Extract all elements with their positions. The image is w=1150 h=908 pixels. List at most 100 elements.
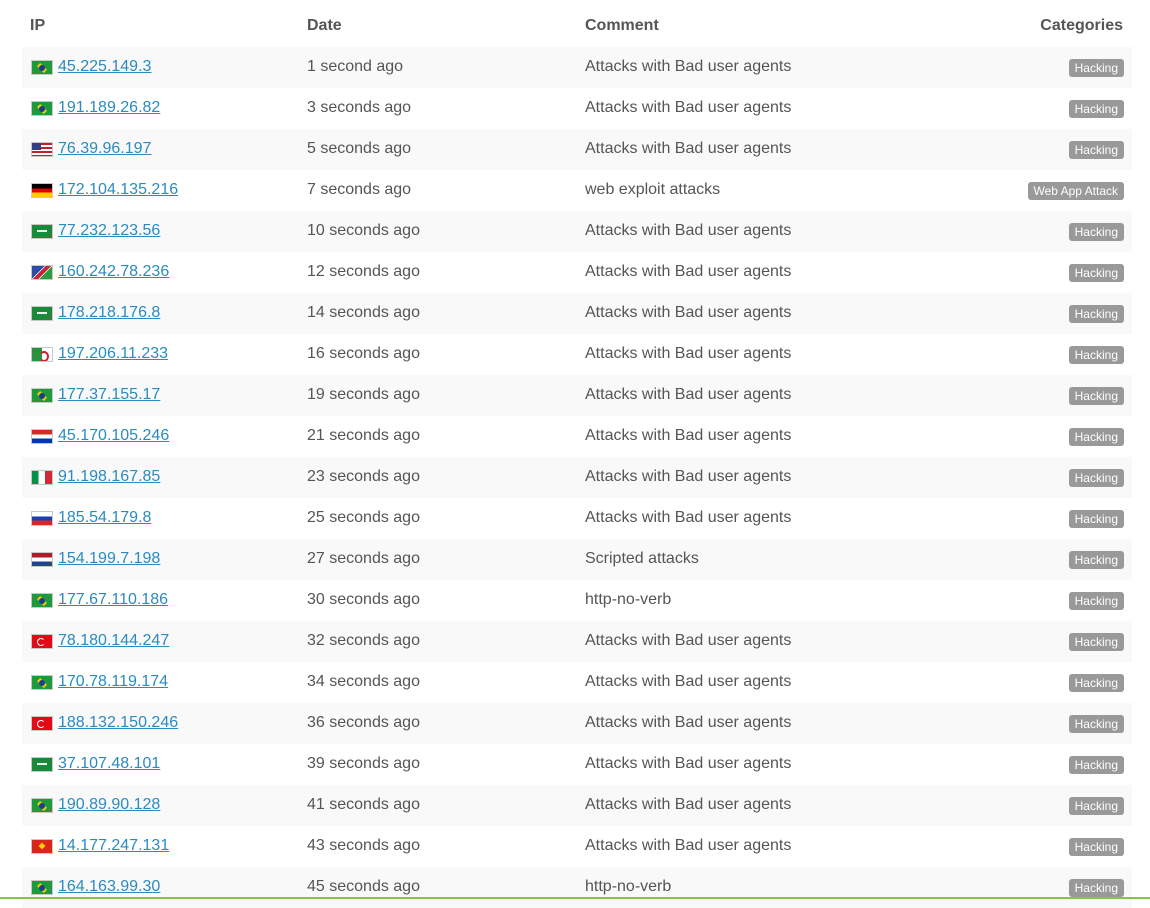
ip-link[interactable]: 37.107.48.101 bbox=[58, 755, 160, 773]
table-row: 91.198.167.85 23 seconds ago Attacks with … bbox=[22, 457, 1132, 498]
report-comment: http-no-verb bbox=[585, 878, 672, 895]
report-date: 5 seconds ago bbox=[307, 140, 412, 157]
germany-flag-icon bbox=[31, 183, 53, 198]
table-row: 14.177.247.131 43 seconds ago Attacks with… bbox=[22, 826, 1132, 867]
ip-link[interactable]: 188.132.150.246 bbox=[58, 714, 178, 732]
report-date: 25 seconds ago bbox=[307, 509, 420, 526]
turkey-flag-icon bbox=[31, 634, 53, 649]
category-badge[interactable]: Hacking bbox=[1068, 715, 1124, 733]
ip-link[interactable]: 78.180.144.247 bbox=[58, 632, 169, 650]
saudi-arabia-flag-icon bbox=[31, 757, 53, 772]
column-header-comment: Comment bbox=[585, 17, 659, 34]
paraguay-flag-icon bbox=[31, 429, 53, 444]
report-date: 21 seconds ago bbox=[307, 427, 420, 444]
category-badge[interactable]: Hacking bbox=[1068, 797, 1124, 815]
report-date: 30 seconds ago bbox=[307, 591, 420, 608]
category-badge[interactable]: Hacking bbox=[1068, 141, 1124, 159]
table-row: 77.232.123.56 10 seconds ago Attacks with … bbox=[22, 211, 1132, 252]
report-comment: Attacks with Bad user agents bbox=[585, 427, 792, 444]
category-badge[interactable]: Hacking bbox=[1068, 428, 1124, 446]
table-row: 191.189.26.82 3 seconds ago Attacks with B… bbox=[22, 88, 1132, 129]
table-row: 45.170.105.246 21 seconds ago Attacks with… bbox=[22, 416, 1132, 457]
ip-link[interactable]: 76.39.96.197 bbox=[58, 140, 151, 158]
brazil-flag-icon bbox=[31, 60, 53, 75]
ip-link[interactable]: 178.218.176.8 bbox=[58, 304, 160, 322]
report-date: 39 seconds ago bbox=[307, 755, 420, 772]
brazil-flag-icon bbox=[31, 880, 53, 895]
table-row: 78.180.144.247 32 seconds ago Attacks with… bbox=[22, 621, 1132, 662]
ip-link[interactable]: 197.206.11.233 bbox=[58, 345, 168, 363]
report-comment: Attacks with Bad user agents bbox=[585, 99, 792, 116]
report-date: 45 seconds ago bbox=[307, 878, 420, 895]
ip-link[interactable]: 91.198.167.85 bbox=[58, 468, 160, 486]
category-badge[interactable]: Hacking bbox=[1068, 879, 1124, 897]
ip-link[interactable]: 177.67.110.186 bbox=[58, 591, 168, 609]
ip-link[interactable]: 154.199.7.198 bbox=[58, 550, 160, 568]
table-row: 170.78.119.174 34 seconds ago Attacks with… bbox=[22, 662, 1132, 703]
ip-link[interactable]: 45.225.149.3 bbox=[58, 58, 151, 76]
category-badge[interactable]: Hacking bbox=[1068, 510, 1124, 528]
category-badge[interactable]: Hacking bbox=[1068, 305, 1124, 323]
table-row: 172.104.135.216 7 seconds ago web exploit … bbox=[22, 170, 1132, 211]
report-comment: Attacks with Bad user agents bbox=[585, 263, 792, 280]
brazil-flag-icon bbox=[31, 388, 53, 403]
reports-table: IP Date Comment Categories 45.225.149.3 1… bbox=[22, 0, 1132, 908]
category-badge[interactable]: Hacking bbox=[1068, 387, 1124, 405]
report-comment: Attacks with Bad user agents bbox=[585, 509, 792, 526]
category-badge[interactable]: Hacking bbox=[1068, 223, 1124, 241]
ip-link[interactable]: 170.78.119.174 bbox=[58, 673, 168, 691]
category-badge[interactable]: Hacking bbox=[1068, 838, 1124, 856]
saudi-arabia-flag-icon bbox=[31, 224, 53, 239]
category-badge[interactable]: Web App Attack bbox=[1027, 182, 1124, 200]
ip-link[interactable]: 172.104.135.216 bbox=[58, 181, 178, 199]
ip-link[interactable]: 191.189.26.82 bbox=[58, 99, 160, 117]
table-row: 154.199.7.198 27 seconds ago Scripted atta… bbox=[22, 539, 1132, 580]
ip-link[interactable]: 190.89.90.128 bbox=[58, 796, 160, 814]
category-badge[interactable]: Hacking bbox=[1068, 633, 1124, 651]
category-badge[interactable]: Hacking bbox=[1068, 756, 1124, 774]
category-badge[interactable]: Hacking bbox=[1068, 592, 1124, 610]
table-row: 177.37.155.17 19 seconds ago Attacks with … bbox=[22, 375, 1132, 416]
report-date: 36 seconds ago bbox=[307, 714, 420, 731]
russia-flag-icon bbox=[31, 511, 53, 526]
category-badge[interactable]: Hacking bbox=[1068, 551, 1124, 569]
category-badge[interactable]: Hacking bbox=[1068, 264, 1124, 282]
ip-link[interactable]: 14.177.247.131 bbox=[58, 837, 169, 855]
report-date: 34 seconds ago bbox=[307, 673, 420, 690]
report-date: 32 seconds ago bbox=[307, 632, 420, 649]
ip-link[interactable]: 164.163.99.30 bbox=[58, 878, 160, 896]
table-row: 160.242.78.236 12 seconds ago Attacks with… bbox=[22, 252, 1132, 293]
table-row: 45.225.149.3 1 second ago Attacks with Bad… bbox=[22, 47, 1132, 88]
category-badge[interactable]: Hacking bbox=[1068, 59, 1124, 77]
category-badge[interactable]: Hacking bbox=[1068, 100, 1124, 118]
report-date: 3 seconds ago bbox=[307, 99, 412, 116]
report-comment: Attacks with Bad user agents bbox=[585, 755, 792, 772]
report-comment: Attacks with Bad user agents bbox=[585, 837, 792, 854]
report-comment: web exploit attacks bbox=[585, 181, 721, 198]
column-header-date: Date bbox=[307, 17, 342, 34]
report-comment: Attacks with Bad user agents bbox=[585, 222, 792, 239]
namibia-flag-icon bbox=[31, 265, 53, 280]
table-row: 190.89.90.128 41 seconds ago Attacks with … bbox=[22, 785, 1132, 826]
category-badge[interactable]: Hacking bbox=[1068, 346, 1124, 364]
ip-link[interactable]: 177.37.155.17 bbox=[58, 386, 160, 404]
report-date: 19 seconds ago bbox=[307, 386, 420, 403]
table-row: 76.39.96.197 5 seconds ago Attacks with Ba… bbox=[22, 129, 1132, 170]
brazil-flag-icon bbox=[31, 675, 53, 690]
report-date: 7 seconds ago bbox=[307, 181, 412, 198]
ip-link[interactable]: 160.242.78.236 bbox=[58, 263, 169, 281]
ip-link[interactable]: 77.232.123.56 bbox=[58, 222, 160, 240]
report-date: 27 seconds ago bbox=[307, 550, 420, 567]
category-badge[interactable]: Hacking bbox=[1068, 469, 1124, 487]
ip-link[interactable]: 45.170.105.246 bbox=[58, 427, 169, 445]
category-badge[interactable]: Hacking bbox=[1068, 674, 1124, 692]
report-date: 1 second ago bbox=[307, 58, 404, 75]
brazil-flag-icon bbox=[31, 593, 53, 608]
table-row: 178.218.176.8 14 seconds ago Attacks with … bbox=[22, 293, 1132, 334]
ip-link[interactable]: 185.54.179.8 bbox=[58, 509, 151, 527]
report-comment: Scripted attacks bbox=[585, 550, 699, 567]
report-comment: Attacks with Bad user agents bbox=[585, 304, 792, 321]
report-comment: http-no-verb bbox=[585, 591, 672, 608]
report-comment: Attacks with Bad user agents bbox=[585, 673, 792, 690]
table-row: 185.54.179.8 25 seconds ago Attacks with B… bbox=[22, 498, 1132, 539]
